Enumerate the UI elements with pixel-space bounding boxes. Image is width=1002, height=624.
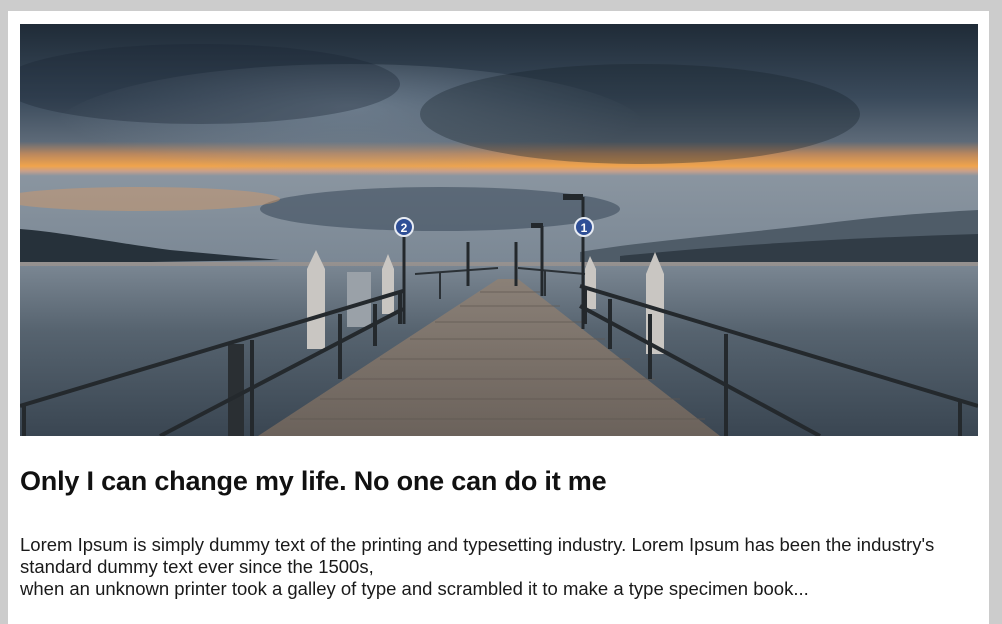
sign-right: 1 (574, 217, 594, 237)
content-card: 2 1 Only I can change my life. No one ca… (8, 11, 989, 624)
sign-left: 2 (394, 217, 414, 237)
article-text-line-2: when an unknown printer took a galley of… (20, 578, 809, 599)
svg-text:2: 2 (401, 221, 408, 235)
article-title: Only I can change my life. No one can do… (20, 466, 607, 496)
article-body: Lorem Ipsum is simply dummy text of the … (20, 534, 960, 600)
article-text-line-1: Lorem Ipsum is simply dummy text of the … (20, 534, 935, 577)
hero-image: 2 1 (20, 24, 978, 436)
pier-photo: 2 1 (20, 24, 978, 436)
svg-text:1: 1 (581, 221, 588, 235)
